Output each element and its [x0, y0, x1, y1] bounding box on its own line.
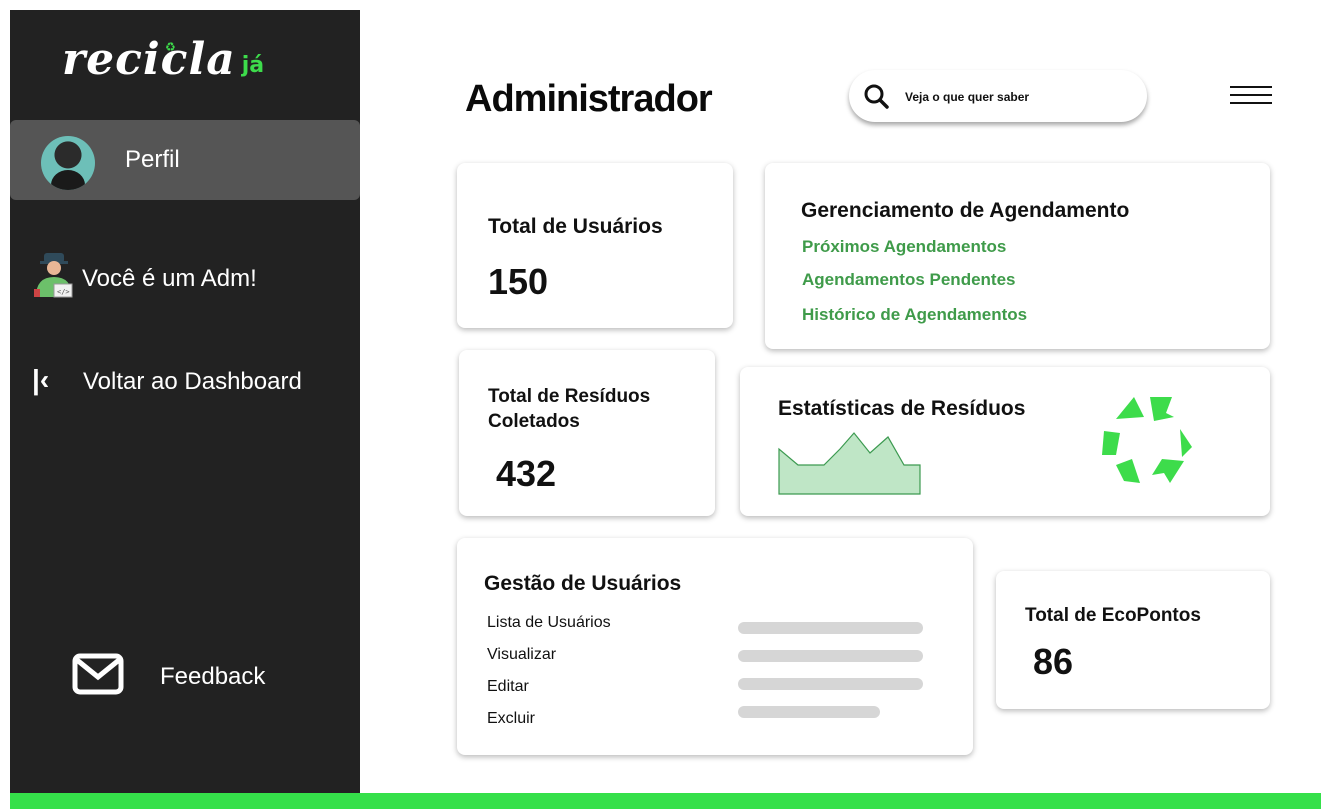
page-title: Administrador	[465, 78, 713, 120]
card-title: Gestão de Usuários	[484, 572, 682, 595]
card-title: Total de EcoPontos	[1025, 605, 1201, 626]
card-title-line1: Total de Resíduos	[488, 386, 651, 407]
brand-name: recicla	[62, 34, 236, 85]
placeholder-bar	[738, 650, 923, 662]
sidebar-item-label: Voltar ao Dashboard	[83, 368, 302, 395]
placeholder-bar	[738, 622, 923, 634]
card-scheduling: Gerenciamento de Agendamento Próximos Ag…	[765, 163, 1270, 349]
brand-suffix: já	[241, 53, 265, 78]
card-title: Estatísticas de Resíduos	[778, 397, 1026, 420]
avatar	[41, 136, 95, 190]
search-input[interactable]	[903, 84, 1137, 110]
placeholder-bar	[738, 678, 923, 690]
card-waste-collected[interactable]: Total de Resíduos Coletados 432	[459, 350, 715, 516]
card-value: 432	[496, 453, 557, 494]
card-user-management: Gestão de Usuários Lista de Usuários Vis…	[457, 538, 973, 755]
card-ecopoints[interactable]: Total de EcoPontos 86	[996, 571, 1270, 709]
search-bar[interactable]	[849, 70, 1147, 122]
card-value: 86	[1033, 641, 1074, 682]
mail-icon	[72, 653, 124, 695]
sidebar-item-label: Perfil	[125, 146, 180, 173]
link-upcoming-schedules[interactable]: Próximos Agendamentos	[802, 237, 1006, 257]
link-schedule-history[interactable]: Histórico de Agendamentos	[802, 305, 1027, 325]
user-edit-item[interactable]: Editar	[487, 678, 529, 696]
sidebar: recicla já ♻ Perfil </> Você é um Adm! |…	[10, 10, 360, 793]
svg-text:</>: </>	[57, 288, 70, 296]
card-title: Total de Usuários	[488, 215, 663, 238]
recycle-icon	[1102, 397, 1192, 483]
sidebar-item-feedback[interactable]: Feedback	[10, 653, 360, 713]
user-view-item[interactable]: Visualizar	[487, 646, 556, 664]
user-delete-item[interactable]: Excluir	[487, 710, 535, 728]
card-title-line2: Coletados	[488, 411, 580, 432]
card-waste-stats[interactable]: Estatísticas de Resíduos	[740, 367, 1270, 516]
card-title: Gerenciamento de Agendamento	[801, 199, 1130, 222]
chevron-left-bar-icon: |‹	[32, 364, 50, 395]
card-value: 150	[488, 261, 549, 302]
search-icon	[864, 84, 889, 109]
sidebar-item-label: Você é um Adm!	[82, 265, 257, 292]
placeholder-bar	[738, 706, 880, 718]
admin-person-icon: </>	[34, 253, 73, 298]
recycle-leaf-icon: ♻	[165, 40, 176, 54]
user-list-item[interactable]: Lista de Usuários	[487, 614, 611, 632]
sidebar-item-back-dashboard[interactable]: |‹ Voltar ao Dashboard	[10, 364, 360, 418]
sidebar-item-profile[interactable]: Perfil	[10, 120, 360, 200]
hamburger-menu-icon[interactable]	[1230, 86, 1272, 108]
card-total-users[interactable]: Total de Usuários 150	[457, 163, 733, 328]
footer-bar	[10, 793, 1321, 809]
link-pending-schedules[interactable]: Agendamentos Pendentes	[802, 270, 1016, 290]
sparkline-chart	[778, 432, 921, 495]
brand-logo[interactable]: recicla já ♻	[62, 38, 264, 82]
sidebar-item-admin: </> Você é um Adm!	[10, 253, 360, 315]
sidebar-item-label: Feedback	[160, 663, 266, 690]
